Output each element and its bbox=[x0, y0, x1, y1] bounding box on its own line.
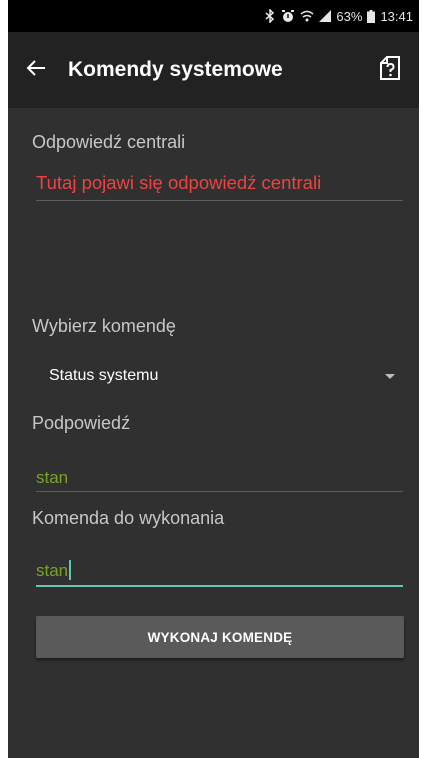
command-dropdown[interactable]: Status systemu bbox=[36, 358, 403, 394]
wifi-icon bbox=[300, 9, 314, 23]
help-doc-icon bbox=[379, 55, 401, 86]
dropdown-arrow-icon bbox=[385, 373, 395, 379]
bluetooth-icon bbox=[264, 9, 276, 23]
help-button[interactable] bbox=[375, 55, 405, 85]
command-input-value: stan bbox=[36, 561, 69, 580]
battery-icon bbox=[367, 9, 376, 23]
command-input-underline bbox=[36, 585, 403, 587]
page-title: Komendy systemowe bbox=[68, 58, 283, 81]
status-bar: 63% 13:41 bbox=[8, 0, 419, 32]
command-input-label: Komenda do wykonania bbox=[32, 508, 225, 528]
hint-value: stan bbox=[36, 468, 69, 487]
command-dropdown-value: Status systemu bbox=[49, 367, 159, 384]
app-bar: Komendy systemowe bbox=[8, 32, 419, 108]
hint-label: Podpowiedź bbox=[32, 413, 131, 433]
response-underline bbox=[36, 200, 403, 201]
signal-icon bbox=[319, 10, 332, 22]
response-value: Tutaj pojawi się odpowiedź centrali bbox=[36, 172, 322, 193]
command-select-label: Wybierz komendę bbox=[32, 316, 176, 336]
arrow-left-icon bbox=[26, 59, 46, 82]
clock: 13:41 bbox=[380, 8, 413, 24]
battery-percent: 63% bbox=[336, 8, 363, 24]
execute-command-button[interactable]: WYKONAJ KOMENDĘ bbox=[36, 616, 404, 658]
back-button[interactable] bbox=[22, 56, 50, 84]
command-input[interactable]: stan bbox=[36, 560, 72, 581]
hint-underline bbox=[36, 491, 403, 492]
app-screen: 63% 13:41 Komendy systemowe Odpowiedź ce… bbox=[8, 0, 419, 758]
text-cursor bbox=[69, 560, 72, 580]
response-label: Odpowiedź centrali bbox=[32, 132, 186, 152]
alarm-icon bbox=[281, 9, 295, 23]
